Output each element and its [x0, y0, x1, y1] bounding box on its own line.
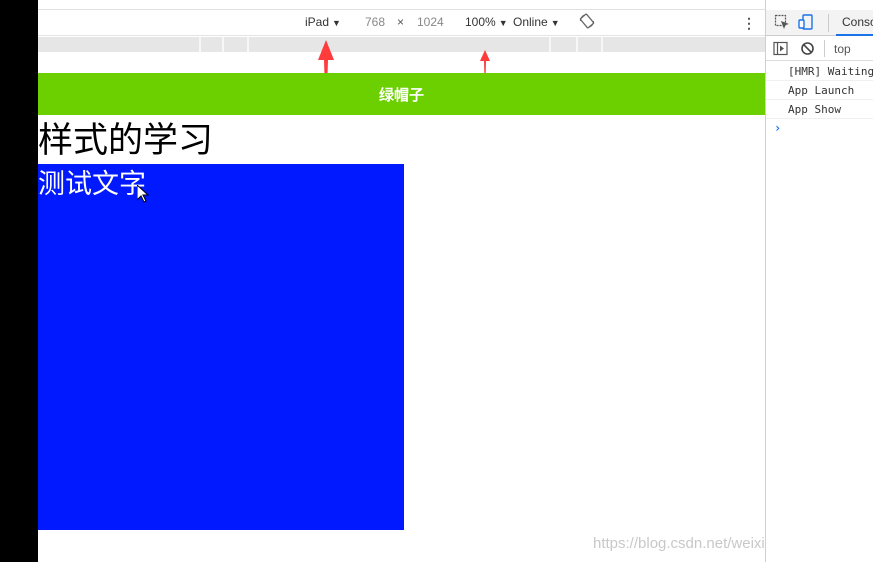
browser-top-strip [38, 0, 765, 10]
context-select[interactable]: top [834, 42, 851, 56]
console-log-line: App Launch [766, 81, 873, 100]
sidebar-toggle-icon[interactable] [773, 41, 788, 56]
inspect-element-icon[interactable] [774, 14, 790, 30]
devtools-tabbar: Conso [766, 10, 873, 36]
device-toolbar: iPad ▼ 768 × 1024 100% ▼ Online ▼ ⋮ [38, 10, 765, 36]
clear-console-icon[interactable] [800, 41, 815, 56]
zoom-select[interactable]: 100% ▼ [465, 15, 508, 29]
more-options-icon[interactable]: ⋮ [742, 15, 756, 32]
blue-box: 测试文字 [38, 164, 404, 530]
console-prompt[interactable]: › [774, 121, 781, 135]
nav-bar: 绿帽子 [38, 73, 765, 115]
device-select[interactable]: iPad ▼ [305, 15, 341, 29]
device-toggle-icon[interactable] [798, 14, 814, 30]
dimension-separator: × [397, 15, 405, 29]
devtools-panel: Conso top [HMR] Waiting App Launch App S… [765, 0, 873, 562]
console-log-line: [HMR] Waiting [766, 62, 873, 81]
tab-console[interactable]: Conso [836, 15, 873, 36]
width-input[interactable]: 768 [365, 15, 385, 29]
black-edge [0, 0, 38, 562]
network-throttle-select[interactable]: Online ▼ [513, 15, 560, 29]
rotate-icon[interactable] [579, 13, 595, 29]
height-input[interactable]: 1024 [417, 15, 444, 29]
box-text: 测试文字 [38, 169, 146, 200]
nav-title: 绿帽子 [378, 85, 424, 104]
console-log-line: App Show [766, 100, 873, 119]
console-toolbar: top [766, 37, 873, 61]
page-heading: 样式的学习 [38, 121, 214, 161]
media-query-bar [38, 37, 765, 52]
mouse-cursor-icon [137, 185, 149, 203]
